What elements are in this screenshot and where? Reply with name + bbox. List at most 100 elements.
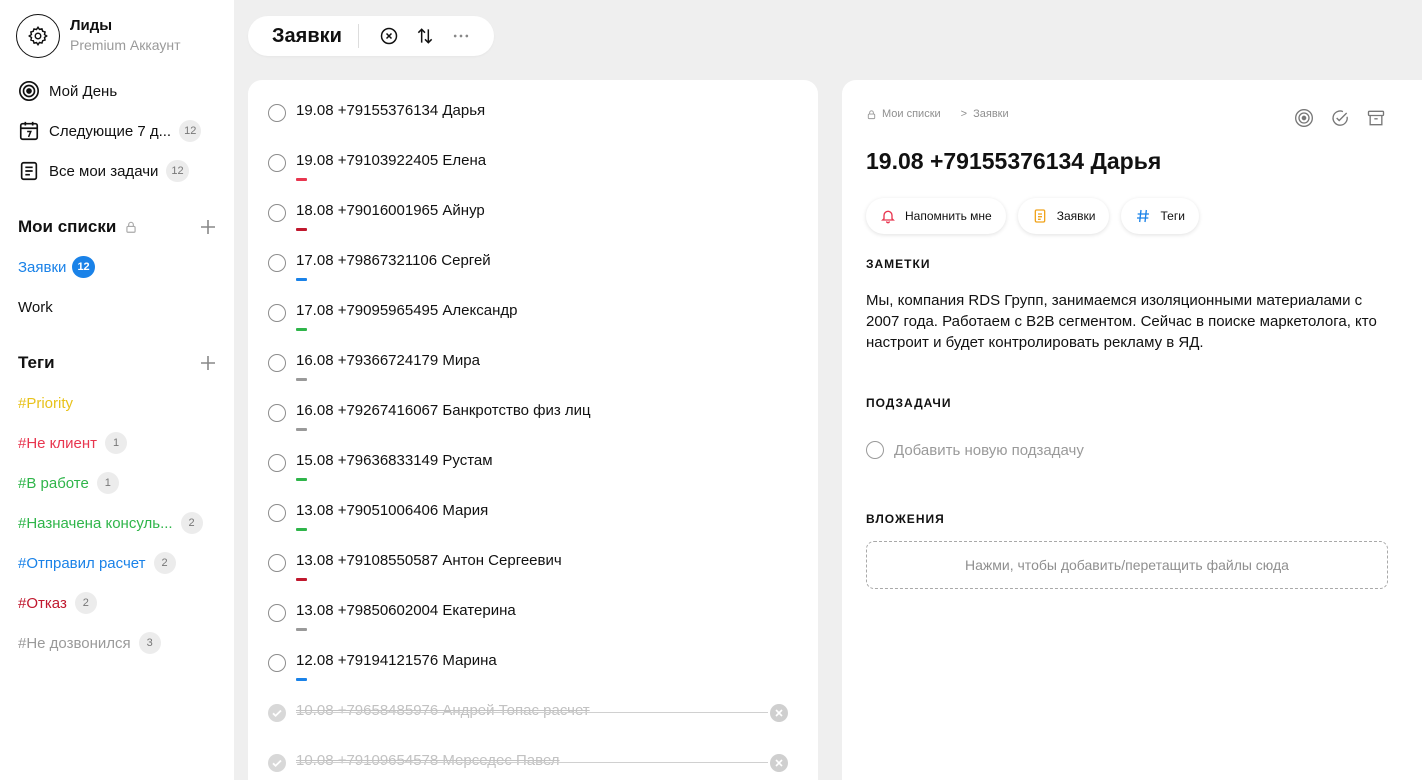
more-options-icon[interactable]: [449, 24, 473, 48]
tag-label: #Не клиент: [18, 434, 98, 452]
checked-checkbox-icon[interactable]: [268, 704, 286, 722]
task-title: 17.08 +79095965495 Александр: [296, 302, 518, 319]
task-detail-title[interactable]: 19.08 +79155376134 Дарья: [866, 148, 1161, 175]
tag-item[interactable]: #Priority: [18, 391, 73, 415]
tags-button[interactable]: Теги: [1121, 198, 1199, 234]
add-list-plus-icon[interactable]: [198, 217, 218, 237]
tag-item[interactable]: #В работе 1: [18, 471, 119, 495]
detail-actions: [1280, 106, 1388, 130]
tag-color-marker: [296, 278, 307, 281]
lock-icon: [866, 109, 877, 120]
breadcrumb-root[interactable]: Мои списки: [882, 108, 941, 120]
section-title: Мои списки: [18, 217, 117, 236]
delete-task-icon[interactable]: [770, 754, 788, 772]
task-checkbox[interactable]: [268, 454, 286, 472]
chip-label: Заявки: [1056, 209, 1096, 223]
list-item-work[interactable]: Work: [18, 295, 53, 319]
tag-color-marker: [296, 378, 307, 381]
tag-label: #Назначена консуль...: [18, 514, 173, 532]
remind-me-button[interactable]: Напомнить мне: [866, 198, 1006, 234]
task-row[interactable]: 17.08 +79095965495 Александр: [268, 301, 798, 341]
tag-item[interactable]: #Отправил расчет 2: [18, 551, 176, 575]
profile[interactable]: Лиды Premium Аккаунт: [16, 14, 181, 58]
add-tag-plus-icon[interactable]: [198, 353, 218, 373]
task-checkbox[interactable]: [268, 154, 286, 172]
tag-item[interactable]: #Не клиент 1: [18, 431, 128, 455]
task-row[interactable]: 16.08 +79366724179 Мира: [268, 351, 798, 391]
toolbar-divider: [357, 24, 359, 48]
task-row[interactable]: 16.08 +79267416067 Банкротство физ лиц: [268, 401, 798, 441]
count-badge: 12: [179, 120, 202, 142]
add-subtask-input[interactable]: Добавить новую подзадачу: [866, 441, 1084, 459]
attachment-dropzone[interactable]: Нажми, чтобы добавить/перетащить файлы с…: [866, 541, 1388, 589]
nav-next-7-days[interactable]: Следующие 7 д... 12: [18, 119, 202, 143]
complete-task-check-icon[interactable]: [1328, 106, 1352, 130]
task-checkbox[interactable]: [268, 404, 286, 422]
task-checkbox[interactable]: [268, 204, 286, 222]
strike-line: [296, 762, 768, 763]
count-badge: 12: [166, 160, 189, 182]
list-doc-icon: [18, 160, 40, 182]
task-checkbox[interactable]: [268, 604, 286, 622]
task-row[interactable]: 15.08 +79636833149 Рустам: [268, 451, 798, 491]
task-checkbox[interactable]: [268, 304, 286, 322]
task-title: 19.08 +79155376134 Дарья: [296, 102, 486, 119]
nav-label: Все мои задачи: [49, 162, 159, 180]
task-title: 12.08 +79194121576 Марина: [296, 652, 497, 669]
archive-icon[interactable]: [1364, 106, 1388, 130]
notes-text[interactable]: Мы, компания RDS Групп, занимаемся изоля…: [866, 290, 1396, 353]
add-to-my-day-target-icon[interactable]: [1292, 106, 1316, 130]
nav-my-day[interactable]: Мой День: [18, 79, 117, 103]
task-row[interactable]: 18.08 +79016001965 Айнур: [268, 201, 798, 241]
tag-item[interactable]: #Не дозвонился 3: [18, 631, 161, 655]
tag-color-marker: [296, 578, 307, 581]
count-badge: 2: [74, 592, 97, 614]
task-checkbox[interactable]: [268, 504, 286, 522]
task-checkbox[interactable]: [268, 654, 286, 672]
toolbar-title: Заявки: [272, 24, 342, 47]
list-selector-button[interactable]: Заявки: [1017, 198, 1110, 234]
profile-plan: Premium Аккаунт: [70, 37, 181, 53]
task-row-completed[interactable]: 10.08 +79109654578 Мерседес Павел: [268, 751, 798, 780]
strike-line: [296, 712, 768, 713]
tag-color-marker: [296, 428, 307, 431]
task-row[interactable]: 13.08 +79051006406 Мария: [268, 501, 798, 541]
list-item-requests[interactable]: Заявки 12: [18, 255, 95, 279]
tag-label: #Не дозвонился: [18, 634, 131, 652]
task-row-completed[interactable]: 10.08 +79658485976 Андрей Топас расчет: [268, 701, 798, 741]
checked-checkbox-icon[interactable]: [268, 754, 286, 772]
list-label: Work: [18, 298, 53, 316]
tag-item[interactable]: #Назначена консуль... 2: [18, 511, 203, 535]
profile-name: Лиды: [70, 17, 113, 34]
sort-icon[interactable]: [413, 24, 437, 48]
tag-item[interactable]: #Отказ 2: [18, 591, 97, 615]
task-row[interactable]: 13.08 +79850602004 Екатерина: [268, 601, 798, 641]
task-checkbox[interactable]: [268, 104, 286, 122]
task-checkbox[interactable]: [268, 354, 286, 372]
task-row[interactable]: 13.08 +79108550587 Антон Сергеевич: [268, 551, 798, 591]
count-badge: 1: [105, 432, 128, 454]
count-badge: 3: [138, 632, 161, 654]
tag-label: #Отказ: [18, 594, 67, 612]
breadcrumb-current[interactable]: Заявки: [973, 108, 1009, 120]
task-row[interactable]: 12.08 +79194121576 Марина: [268, 651, 798, 691]
tag-label: #Отправил расчет: [18, 554, 146, 572]
nav-all-tasks[interactable]: Все мои задачи 12: [18, 159, 189, 183]
task-title: 16.08 +79366724179 Мира: [296, 352, 480, 369]
lists-section-header: Мои списки: [18, 215, 218, 239]
settings-gear-icon[interactable]: [16, 14, 60, 58]
count-badge: 1: [96, 472, 119, 494]
task-row[interactable]: 19.08 +79103922405 Елена: [268, 151, 798, 191]
tag-color-marker: [296, 528, 307, 531]
delete-task-icon[interactable]: [770, 704, 788, 722]
task-checkbox[interactable]: [268, 554, 286, 572]
task-list: 19.08 +79155376134 Дарья 19.08 +79103922…: [248, 80, 818, 780]
task-row[interactable]: 19.08 +79155376134 Дарья: [268, 101, 798, 141]
clear-completed-icon[interactable]: [377, 24, 401, 48]
task-title: 15.08 +79636833149 Рустам: [296, 452, 493, 469]
task-checkbox[interactable]: [268, 254, 286, 272]
task-row[interactable]: 17.08 +79867321106 Сергей: [268, 251, 798, 291]
document-icon: [1032, 208, 1048, 224]
dropzone-text: Нажми, чтобы добавить/перетащить файлы с…: [965, 557, 1289, 573]
tag-label: #Priority: [18, 394, 74, 412]
